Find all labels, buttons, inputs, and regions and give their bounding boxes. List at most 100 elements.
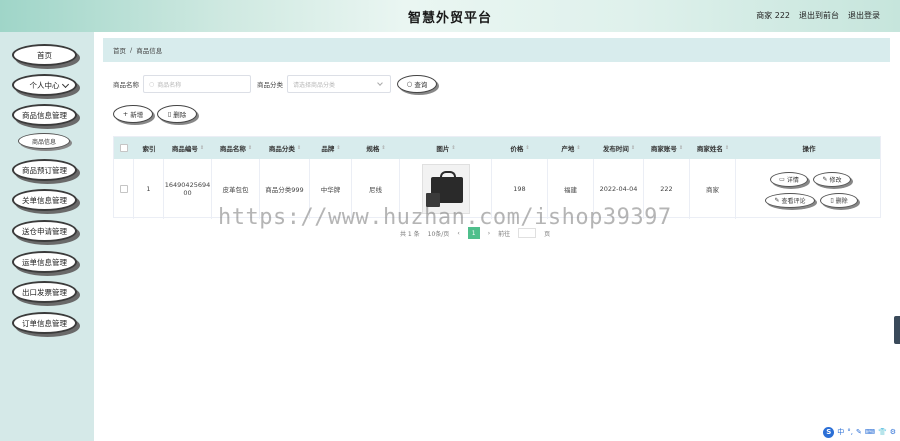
category-placeholder: 请选择商品分类 xyxy=(293,81,336,89)
cell-operations xyxy=(736,159,882,219)
add-button[interactable]: + 新增 xyxy=(113,105,153,123)
view-reviews-button[interactable]: ✎ 查看评论 xyxy=(765,193,815,208)
product-code-line: 16490425694 xyxy=(164,181,211,189)
row-checkbox[interactable] xyxy=(119,185,128,193)
column-header[interactable]: 商品名称 ⇕ xyxy=(212,137,260,159)
ime-item[interactable]: ⚙ xyxy=(890,428,896,436)
column-header-label: 商家姓名 xyxy=(696,145,723,153)
sidebar-item-label: 出口发票管理 xyxy=(22,287,67,297)
column-header-label: 规格 xyxy=(366,145,380,153)
logout-link[interactable]: 退出登录 xyxy=(848,10,880,21)
column-header-label: 商家账号 xyxy=(650,145,677,153)
sort-icon: ⇕ xyxy=(525,145,530,151)
batch-delete-button[interactable]: ▯ 删除 xyxy=(157,105,197,123)
ime-item[interactable]: 👕 xyxy=(878,428,887,436)
sidebar-item-warehouse-request[interactable]: 送仓申请管理 xyxy=(12,220,77,242)
breadcrumb-separator: / xyxy=(130,46,133,54)
search-icon: ○ xyxy=(149,80,155,88)
chevron-down-icon xyxy=(377,80,383,86)
ime-item[interactable]: °, xyxy=(847,428,853,436)
current-user: 商家 222 xyxy=(756,11,790,20)
top-header: 智慧外贸平台 商家 222 退出到前台 退出登录 xyxy=(0,0,900,32)
ime-toolbar: S 中 °, ✎ ⌨ 👕 ⚙ xyxy=(823,426,896,438)
header-user-area: 商家 222 退出到前台 退出登录 xyxy=(756,10,880,21)
edit-button[interactable]: ✎ 修改 xyxy=(813,172,851,187)
breadcrumb-home[interactable]: 首页 xyxy=(113,45,126,55)
column-header-label: 商品分类 xyxy=(268,145,295,153)
query-button-label: 查询 xyxy=(414,81,428,89)
trash-icon: ▯ xyxy=(167,110,172,118)
small-box-icon xyxy=(425,193,440,207)
cell-spec: 尼线 xyxy=(352,159,400,219)
select-all-checkbox[interactable] xyxy=(120,144,128,152)
sidebar-item-personal-center[interactable]: 个人中心 xyxy=(12,74,77,96)
pencil-icon: ✎ xyxy=(774,197,780,204)
sidebar-item-order-info[interactable]: 订单信息管理 xyxy=(12,312,77,334)
product-name-input[interactable]: ○ 商品名称 xyxy=(143,75,251,93)
sidebar-subitem-product-info[interactable]: 商品信息 xyxy=(18,133,70,149)
detail-button[interactable]: ▭ 详情 xyxy=(770,172,808,187)
plus-icon: + xyxy=(122,110,129,118)
sidebar-item-label: 首页 xyxy=(37,50,52,60)
column-header[interactable]: 品牌 ⇕ xyxy=(310,137,352,159)
sort-icon: ⇕ xyxy=(678,145,684,151)
sidebar-item-label: 个人中心 xyxy=(29,80,60,90)
ime-item[interactable]: ⌨ xyxy=(865,428,875,436)
search-form: 商品名称 ○ 商品名称 商品分类 请选择商品分类 ○ 查询 xyxy=(113,74,437,94)
sort-icon: ⇕ xyxy=(247,145,253,151)
column-header[interactable]: 商家姓名 ⇕ xyxy=(690,137,736,159)
sort-icon: ⇕ xyxy=(336,145,341,151)
row-delete-button[interactable]: ▯ 删除 xyxy=(820,193,858,208)
ime-logo-icon[interactable]: S xyxy=(823,426,835,438)
ime-item[interactable]: ✎ xyxy=(856,428,862,436)
page-size-select[interactable]: 10条/页 xyxy=(428,229,450,238)
sidebar-item-home[interactable]: 首页 xyxy=(12,44,77,66)
cell-product-name: 皮革包包 xyxy=(212,159,260,219)
column-header: 操作 xyxy=(802,145,816,153)
sidebar-item-product-management[interactable]: 商品信息管理 xyxy=(12,104,77,126)
table-row-select[interactable] xyxy=(114,159,134,219)
column-header[interactable]: 商品分类 ⇕ xyxy=(260,137,310,159)
pencil-icon: ✎ xyxy=(822,176,828,183)
column-header[interactable]: 规格 ⇕ xyxy=(352,137,400,159)
category-select[interactable]: 请选择商品分类 xyxy=(287,75,391,93)
cell-merchant-account: 222 xyxy=(644,159,690,219)
sidebar-item-label: 订单信息管理 xyxy=(22,318,67,328)
sort-icon: ⇕ xyxy=(724,145,730,151)
product-image[interactable] xyxy=(421,164,470,214)
column-header[interactable]: 发布时间 ⇕ xyxy=(594,137,644,159)
next-page-icon[interactable]: › xyxy=(488,230,490,237)
page-number-current[interactable]: 1 xyxy=(467,227,480,239)
sidebar-item-waybill-info[interactable]: 运单信息管理 xyxy=(12,251,77,273)
sidebar-item-label: 商品信息 xyxy=(31,138,56,146)
view-reviews-label: 查看评论 xyxy=(781,198,806,205)
detail-label: 详情 xyxy=(786,177,799,184)
side-drawer-tab[interactable] xyxy=(894,316,900,344)
column-header[interactable]: 商家账号 ⇕ xyxy=(644,137,690,159)
edit-label: 修改 xyxy=(829,177,842,184)
goto-label: 前往 xyxy=(498,230,511,238)
back-to-front-link[interactable]: 退出到前台 xyxy=(799,10,839,21)
cell-publish-date: 2022-04-04 xyxy=(594,159,644,219)
header-select-all[interactable] xyxy=(114,137,134,159)
column-header[interactable]: 商品编号 ⇕ xyxy=(164,137,212,159)
sidebar-item-export-invoice[interactable]: 出口发票管理 xyxy=(12,281,77,303)
column-header[interactable]: 产地 ⇕ xyxy=(548,137,594,159)
breadcrumb-current: 商品信息 xyxy=(136,47,163,55)
sidebar-item-customs-info[interactable]: 关单信息管理 xyxy=(12,189,77,211)
category-label: 商品分类 xyxy=(257,81,283,89)
chevron-down-icon xyxy=(61,80,70,89)
ime-item[interactable]: 中 xyxy=(837,427,844,437)
column-header[interactable]: 价格 ⇕ xyxy=(492,137,548,159)
add-button-label: 新增 xyxy=(130,111,144,119)
column-header[interactable]: 图片 ⇕ xyxy=(400,137,492,159)
sidebar-item-product-booking[interactable]: 商品预订管理 xyxy=(12,159,77,181)
cell-brand: 中华牌 xyxy=(310,159,352,219)
sort-icon: ⇕ xyxy=(451,145,456,151)
query-button[interactable]: ○ 查询 xyxy=(397,75,437,93)
goto-input[interactable] xyxy=(518,228,537,238)
pagination-total: 共 1 条 xyxy=(400,230,420,238)
prev-page-icon[interactable]: ‹ xyxy=(457,230,459,237)
page-unit-label: 页 xyxy=(544,230,551,238)
search-icon: ○ xyxy=(406,80,413,88)
